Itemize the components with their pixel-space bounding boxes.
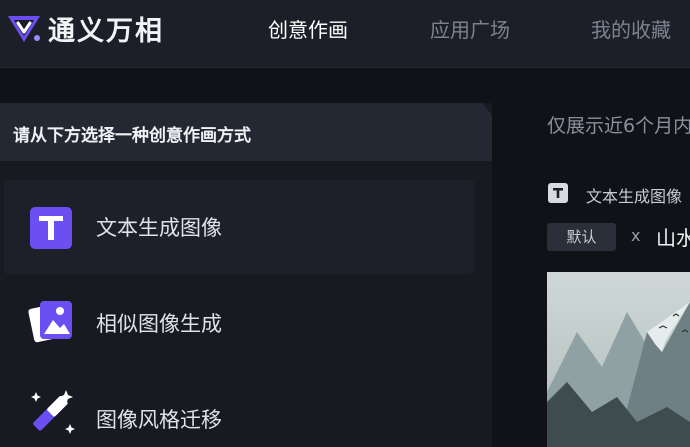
option-style-transfer[interactable]: 图像风格迁移 (4, 370, 474, 447)
style-tag-default: 默认 (547, 223, 616, 251)
text-t-icon (30, 207, 72, 249)
top-nav-bar: 通义万相 创意作画 应用广场 我的收藏 (0, 0, 690, 68)
nav-tab-my-favorites[interactable]: 我的收藏 (591, 14, 671, 43)
panel-title: 请从下方选择一种创意作画方式 (13, 126, 251, 146)
task-title: 文本生成图像 (586, 187, 683, 206)
option-label: 图像风格迁移 (96, 408, 222, 432)
option-label: 相似图像生成 (96, 312, 222, 336)
brand-name[interactable]: 通义万相 (48, 9, 164, 48)
option-similar-image[interactable]: 相似图像生成 (4, 276, 474, 370)
history-notice: 仅展示近6个月内 (547, 115, 690, 137)
tongyi-logo-icon[interactable] (4, 10, 44, 46)
tag-separator: x (631, 226, 641, 245)
text-t-icon (548, 183, 568, 203)
generated-image-thumbnail[interactable] (547, 272, 690, 447)
image-stack-icon (28, 301, 72, 343)
magic-wand-icon (31, 390, 75, 434)
style-tag-landscape: 山水 (656, 226, 690, 250)
landscape-painting-image (547, 272, 690, 447)
nav-tab-creative-drawing[interactable]: 创意作画 (268, 14, 348, 43)
nav-tab-app-square[interactable]: 应用广场 (430, 14, 510, 43)
option-text-to-image[interactable]: 文本生成图像 (4, 180, 474, 274)
option-label: 文本生成图像 (96, 216, 222, 240)
